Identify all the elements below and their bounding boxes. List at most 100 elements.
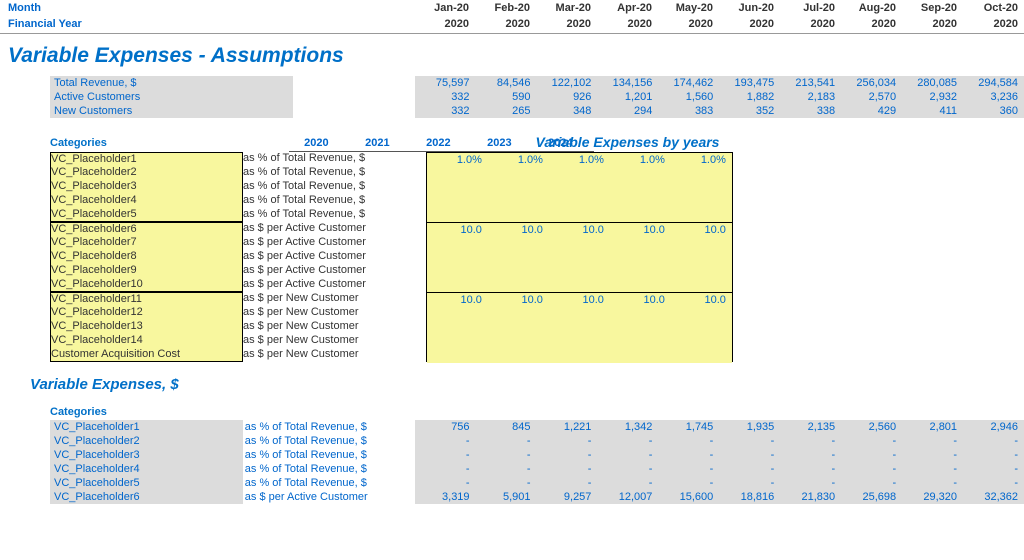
year-value-cell[interactable] [488,349,549,363]
year-value-cell[interactable] [427,265,488,279]
expense-value-cell[interactable]: 2,560 [841,420,902,434]
metric-value[interactable]: 590 [476,90,537,104]
metric-value[interactable]: 294 [597,104,658,118]
category-name-cell[interactable]: VC_Placeholder10 [50,278,243,292]
category-name-cell[interactable]: VC_Placeholder6 [50,222,243,236]
expense-value-cell[interactable]: - [536,476,597,490]
category-name-cell[interactable]: VC_Placeholder7 [50,236,243,250]
year-value-cell[interactable] [488,181,549,195]
year-value-cell[interactable]: 1.0% [488,153,549,167]
category-name-cell[interactable]: VC_Placeholder14 [50,334,243,348]
expense-value-cell[interactable]: - [476,448,537,462]
year-value-cell[interactable]: 10.0 [488,223,549,237]
expense-value-cell[interactable]: 25,698 [841,490,902,504]
expense-value-cell[interactable]: 5,901 [476,490,537,504]
metric-name[interactable]: Active Customers [50,90,293,104]
metric-name[interactable]: New Customers [50,104,293,118]
year-value-cell[interactable] [671,195,732,209]
year-value-cell[interactable] [549,321,610,335]
year-value-cell[interactable] [427,167,488,181]
expense-value-cell[interactable]: - [536,448,597,462]
expense-value-cell[interactable]: - [963,448,1024,462]
metric-value[interactable]: 193,475 [719,76,780,90]
expense-value-cell[interactable]: - [658,434,719,448]
expense-value-cell[interactable]: - [963,462,1024,476]
year-value-cell[interactable] [427,349,488,363]
year-value-cell[interactable] [427,181,488,195]
expense-value-cell[interactable]: - [780,462,841,476]
metric-value[interactable]: 338 [780,104,841,118]
year-value-cell[interactable] [549,307,610,321]
year-value-cell[interactable]: 1.0% [427,153,488,167]
expense-name-cell[interactable]: VC_Placeholder3 [50,448,243,462]
year-value-cell[interactable] [488,251,549,265]
expense-name-cell[interactable]: VC_Placeholder6 [50,490,243,504]
year-value-cell[interactable] [488,265,549,279]
year-value-cell[interactable] [427,195,488,209]
expense-value-cell[interactable]: - [963,476,1024,490]
expense-value-cell[interactable]: 32,362 [963,490,1024,504]
year-value-cell[interactable]: 10.0 [671,293,732,307]
expense-value-cell[interactable]: - [597,434,658,448]
metric-value[interactable]: 84,546 [476,76,537,90]
metric-value[interactable]: 280,085 [902,76,963,90]
year-value-cell[interactable] [610,265,671,279]
year-value-cell[interactable] [671,335,732,349]
expense-value-cell[interactable]: 1,745 [658,420,719,434]
year-value-cell[interactable] [671,251,732,265]
metric-value[interactable]: 332 [415,104,476,118]
expense-name-cell[interactable]: VC_Placeholder4 [50,462,243,476]
year-value-cell[interactable] [549,349,610,363]
metric-value[interactable]: 411 [902,104,963,118]
year-value-cell[interactable] [610,349,671,363]
year-value-cell[interactable]: 10.0 [549,223,610,237]
year-value-cell[interactable] [549,237,610,251]
year-value-cell[interactable] [671,321,732,335]
year-value-cell[interactable]: 1.0% [610,153,671,167]
year-value-cell[interactable] [610,181,671,195]
metric-value[interactable]: 352 [719,104,780,118]
category-name-cell[interactable]: VC_Placeholder4 [50,194,243,208]
expense-value-cell[interactable]: - [476,434,537,448]
year-value-cell[interactable] [671,209,732,223]
metric-value[interactable]: 256,034 [841,76,902,90]
year-value-cell[interactable]: 10.0 [427,293,488,307]
expense-value-cell[interactable]: - [719,448,780,462]
year-value-cell[interactable] [549,167,610,181]
metric-value[interactable]: 348 [536,104,597,118]
expense-value-cell[interactable]: - [658,476,719,490]
expense-value-cell[interactable]: - [902,448,963,462]
expense-value-cell[interactable]: - [536,462,597,476]
expense-value-cell[interactable]: - [902,434,963,448]
expense-value-cell[interactable]: - [476,476,537,490]
year-value-cell[interactable] [610,167,671,181]
expense-value-cell[interactable]: 756 [415,420,476,434]
expense-name-cell[interactable]: VC_Placeholder2 [50,434,243,448]
expense-value-cell[interactable]: - [476,462,537,476]
year-value-cell[interactable] [488,321,549,335]
expense-value-cell[interactable]: - [902,462,963,476]
year-value-cell[interactable] [427,335,488,349]
category-name-cell[interactable]: VC_Placeholder13 [50,320,243,334]
year-value-cell[interactable] [671,279,732,293]
year-value-cell[interactable] [610,335,671,349]
expense-value-cell[interactable]: 1,221 [536,420,597,434]
expense-value-cell[interactable]: 18,816 [719,490,780,504]
expense-value-cell[interactable]: - [536,434,597,448]
metric-value[interactable]: 2,932 [902,90,963,104]
year-value-cell[interactable] [549,209,610,223]
year-value-cell[interactable]: 10.0 [549,293,610,307]
expense-value-cell[interactable]: - [841,462,902,476]
category-name-cell[interactable]: VC_Placeholder1 [50,152,243,166]
metric-value[interactable]: 294,584 [963,76,1024,90]
year-value-cell[interactable] [610,237,671,251]
year-value-cell[interactable] [549,251,610,265]
expense-value-cell[interactable]: 2,135 [780,420,841,434]
expense-value-cell[interactable]: - [719,476,780,490]
expense-value-cell[interactable]: 12,007 [597,490,658,504]
expense-value-cell[interactable]: - [658,462,719,476]
year-value-cell[interactable]: 10.0 [610,223,671,237]
year-value-cell[interactable]: 1.0% [671,153,732,167]
year-value-cell[interactable] [488,237,549,251]
expense-value-cell[interactable]: 2,946 [963,420,1024,434]
